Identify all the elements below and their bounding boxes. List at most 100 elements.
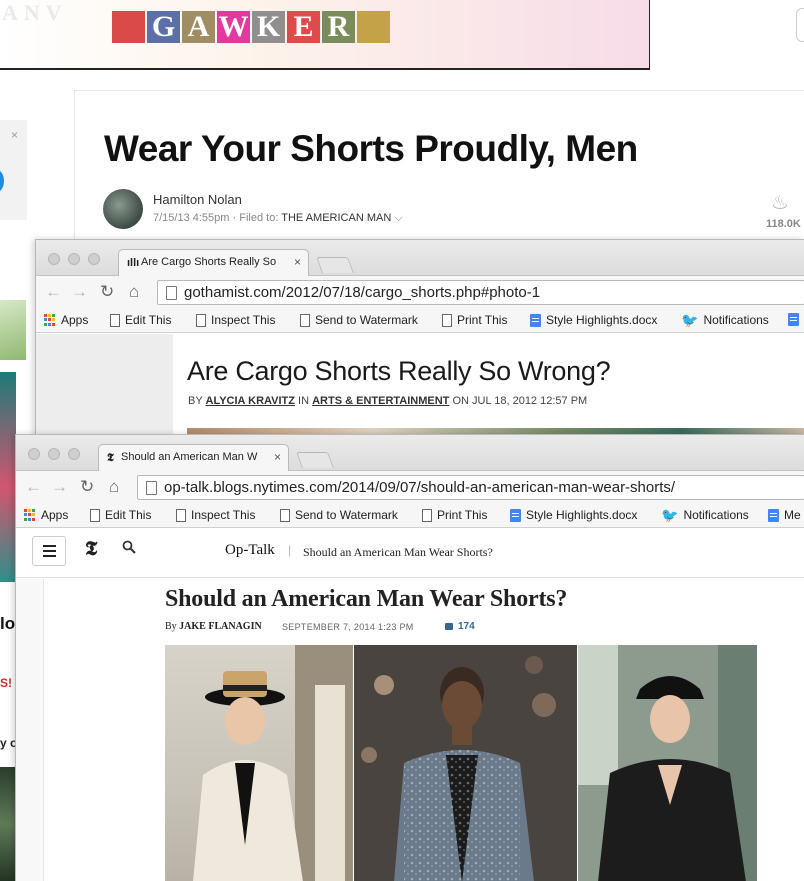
twitter-icon: 🐦 <box>681 312 699 328</box>
close-icon[interactable]: × <box>274 450 281 464</box>
divider <box>74 90 75 240</box>
publish-date: SEPTEMBER 7, 2014 1:23 PM <box>282 622 414 632</box>
bookmark-edit-this[interactable]: Edit This <box>90 508 151 522</box>
bookmark-label: Edit This <box>105 508 152 522</box>
article-photo[interactable] <box>165 645 757 881</box>
bookmark-label: Apps <box>61 313 89 327</box>
bookmark-send-to-watermark[interactable]: Send to Watermark <box>280 508 398 522</box>
close-icon[interactable]: × <box>11 128 18 142</box>
zoom-window-button[interactable] <box>88 253 100 265</box>
search-icon[interactable] <box>122 540 136 554</box>
page-icon <box>176 508 186 522</box>
chevron-down-icon[interactable]: ⌵ <box>394 212 402 224</box>
section-name[interactable]: Op-Talk <box>225 542 275 559</box>
timestamp[interactable]: 7/15/13 4:55pm <box>153 212 229 224</box>
banner-background-text: ANV <box>2 0 68 25</box>
twitter-icon: 🐦 <box>661 507 679 523</box>
section-link[interactable]: ARTS & ENTERTAINMENT <box>312 395 449 407</box>
bookmark-label: Inspect This <box>211 313 276 327</box>
bookmark-style-highlights[interactable]: Style Highlights.docx <box>530 313 670 327</box>
close-icon[interactable]: × <box>294 255 301 269</box>
author-link[interactable]: ALYCIA KRAVITZ <box>206 395 295 407</box>
home-icon[interactable]: ⌂ <box>129 282 139 302</box>
menu-button[interactable] <box>32 536 66 566</box>
close-window-button[interactable] <box>48 253 60 265</box>
post-meta: 7/15/13 4:55pm · Filed to: THE AMERICAN … <box>153 212 403 225</box>
minimize-window-button[interactable] <box>68 253 80 265</box>
close-window-button[interactable] <box>28 448 40 460</box>
view-count: 118.0K <box>766 218 801 230</box>
model-cap-illustration <box>578 645 757 881</box>
tab-title: Should an American Man W <box>121 451 258 463</box>
gawker-logo[interactable]: G A W K E R <box>112 11 390 43</box>
model-cardigan-illustration <box>354 645 577 881</box>
address-bar[interactable]: op-talk.blogs.nytimes.com/2014/09/07/sho… <box>137 475 804 500</box>
bookmark-notifications[interactable]: 🐦 Notifications <box>661 508 749 522</box>
bookmark-label: Notifications <box>683 508 749 522</box>
logo-tile: E <box>287 11 320 43</box>
bookmark-edit-this[interactable]: Edit This <box>110 313 171 327</box>
page-icon <box>422 508 432 522</box>
sidebar-image[interactable] <box>0 372 16 582</box>
url-text: op-talk.blogs.nytimes.com/2014/09/07/sho… <box>164 479 676 496</box>
bookmark-apps[interactable]: Apps <box>24 508 68 522</box>
left-gutter <box>36 334 173 444</box>
sidebar-text: S! <box>0 676 12 690</box>
bookmark-overflow[interactable] <box>788 313 799 326</box>
reload-icon[interactable]: ↻ <box>80 477 94 497</box>
browser-window-gothamist: ıllı Are Cargo Shorts Really So × ← → ↻ … <box>35 239 804 444</box>
nyt-t-icon: 𝕿 <box>107 452 114 464</box>
bookmark-print-this[interactable]: Print This <box>442 313 507 327</box>
model-white-jacket-illustration <box>193 645 353 881</box>
bookmark-notifications[interactable]: 🐦 Notifications <box>681 313 769 327</box>
category-link[interactable]: THE AMERICAN MAN <box>281 212 391 224</box>
back-arrow-icon[interactable]: ← <box>25 477 42 497</box>
new-tab-button[interactable] <box>296 452 334 468</box>
bookmarks-bar: Apps Edit This Inspect This Send to Wate… <box>16 503 804 528</box>
author-name[interactable]: Hamilton Nolan <box>153 192 242 207</box>
home-icon[interactable]: ⌂ <box>109 477 119 497</box>
bookmark-apps[interactable]: Apps <box>44 313 88 327</box>
forward-arrow-icon[interactable]: → <box>51 477 68 497</box>
author-link[interactable]: JAKE FLANAGIN <box>179 621 262 632</box>
nav-bar: ← → ↻ ⌂ gothamist.com/2012/07/18/cargo_s… <box>36 276 804 308</box>
page-icon <box>442 313 452 327</box>
menu-icon <box>42 550 56 552</box>
bookmarks-bar: Apps Edit This Inspect This Send to Wate… <box>36 308 804 333</box>
back-arrow-icon[interactable]: ← <box>45 282 62 302</box>
page-icon <box>166 286 177 300</box>
browser-window-nyt: 𝕿 Should an American Man W × ← → ↻ ⌂ op-… <box>15 434 804 881</box>
bookmark-send-to-watermark[interactable]: Send to Watermark <box>300 313 418 327</box>
page-icon <box>90 508 100 522</box>
divider <box>75 90 804 91</box>
byline: BY ALYCIA KRAVITZ IN ARTS & ENTERTAINMEN… <box>188 395 587 407</box>
bookmark-me[interactable]: Me <box>768 508 801 522</box>
avatar[interactable] <box>103 189 143 229</box>
reload-icon[interactable]: ↻ <box>100 282 114 302</box>
minimize-window-button[interactable] <box>48 448 60 460</box>
page-icon <box>110 313 120 327</box>
sidebar-image[interactable] <box>0 767 16 881</box>
filed-label: Filed to: <box>239 212 279 224</box>
bookmark-inspect-this[interactable]: Inspect This <box>196 313 275 327</box>
left-gutter <box>16 579 44 881</box>
bookmark-label: Style Highlights.docx <box>526 508 638 522</box>
zoom-window-button[interactable] <box>68 448 80 460</box>
bookmark-inspect-this[interactable]: Inspect This <box>176 508 255 522</box>
new-tab-button[interactable] <box>316 257 354 273</box>
byline-in: IN <box>298 395 310 407</box>
forward-arrow-icon[interactable]: → <box>71 282 88 302</box>
sidebar-thumbnail[interactable] <box>0 300 26 360</box>
nyt-logo[interactable]: 𝕿 <box>85 538 97 561</box>
logo-tile <box>112 11 145 43</box>
article-title: Wear Your Shorts Proudly, Men <box>104 128 638 169</box>
address-bar[interactable]: gothamist.com/2012/07/18/cargo_shorts.ph… <box>157 280 804 305</box>
search-box-edge[interactable] <box>796 8 804 42</box>
title-bar: ıllı Are Cargo Shorts Really So × <box>36 240 804 276</box>
tab-gothamist[interactable]: ıllı Are Cargo Shorts Really So × <box>118 249 309 276</box>
bookmark-style-highlights[interactable]: Style Highlights.docx <box>510 508 650 522</box>
comments-link[interactable]: 174 <box>445 621 475 632</box>
tab-title: Are Cargo Shorts Really So <box>141 256 277 268</box>
bookmark-print-this[interactable]: Print This <box>422 508 487 522</box>
tab-nyt[interactable]: 𝕿 Should an American Man W × <box>98 444 289 471</box>
